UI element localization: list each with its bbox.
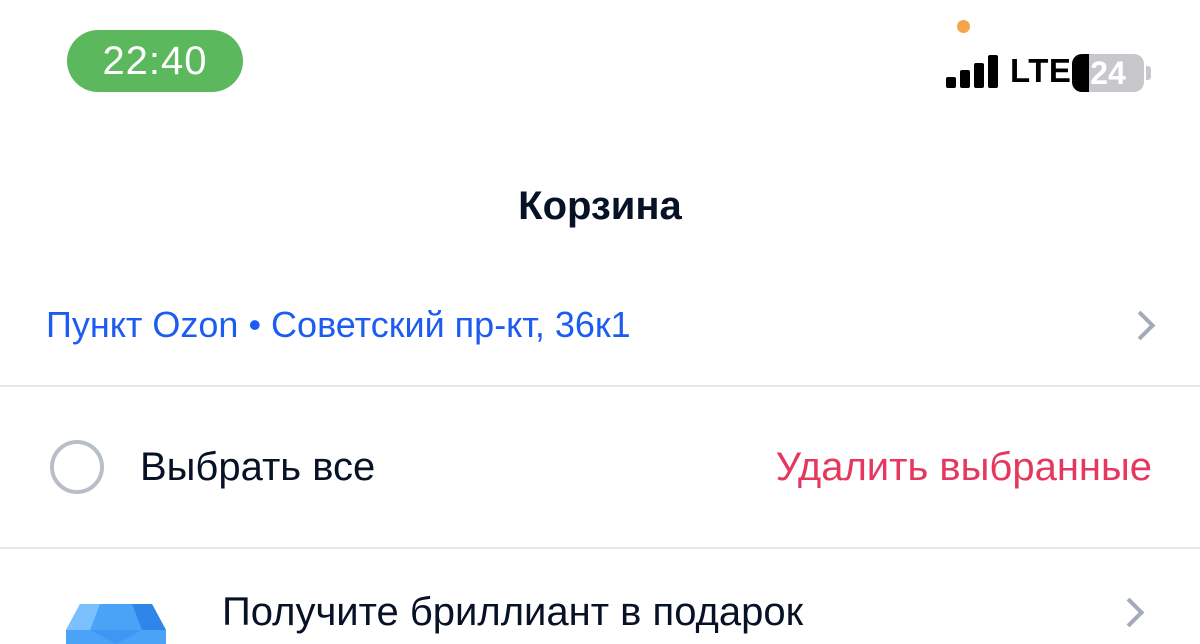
select-all-checkbox[interactable] xyxy=(50,440,104,494)
select-all-label[interactable]: Выбрать все xyxy=(140,445,375,490)
status-time-pill: 22:40 xyxy=(67,30,243,92)
status-time: 22:40 xyxy=(102,38,208,83)
page-title: Корзина xyxy=(518,184,682,228)
signal-bar xyxy=(960,70,970,88)
chevron-right-icon xyxy=(1114,597,1145,628)
promo-text[interactable]: Получите бриллиант в подарок xyxy=(222,590,803,635)
signal-bar xyxy=(946,77,956,88)
diamond-icon xyxy=(66,604,166,644)
signal-bar xyxy=(988,55,998,88)
delete-selected-button[interactable]: Удалить выбранные xyxy=(776,445,1152,490)
promo-row[interactable]: Получите бриллиант в подарок xyxy=(0,560,1200,644)
battery-icon: 24 xyxy=(1072,54,1144,92)
delivery-point-row[interactable]: Пункт Ozon • Советский пр-кт, 36к1 xyxy=(0,290,1200,362)
battery-level: 24 xyxy=(1090,54,1126,91)
signal-bar xyxy=(974,63,984,88)
divider xyxy=(0,385,1200,387)
divider xyxy=(0,547,1200,549)
cellular-signal-icon xyxy=(946,53,1000,88)
battery-tip xyxy=(1146,66,1151,80)
chevron-right-icon xyxy=(1125,310,1156,341)
privacy-indicator-dot xyxy=(957,20,970,33)
delivery-point-address[interactable]: Пункт Ozon • Советский пр-кт, 36к1 xyxy=(46,304,631,346)
network-type-label: LTE xyxy=(1010,52,1072,89)
